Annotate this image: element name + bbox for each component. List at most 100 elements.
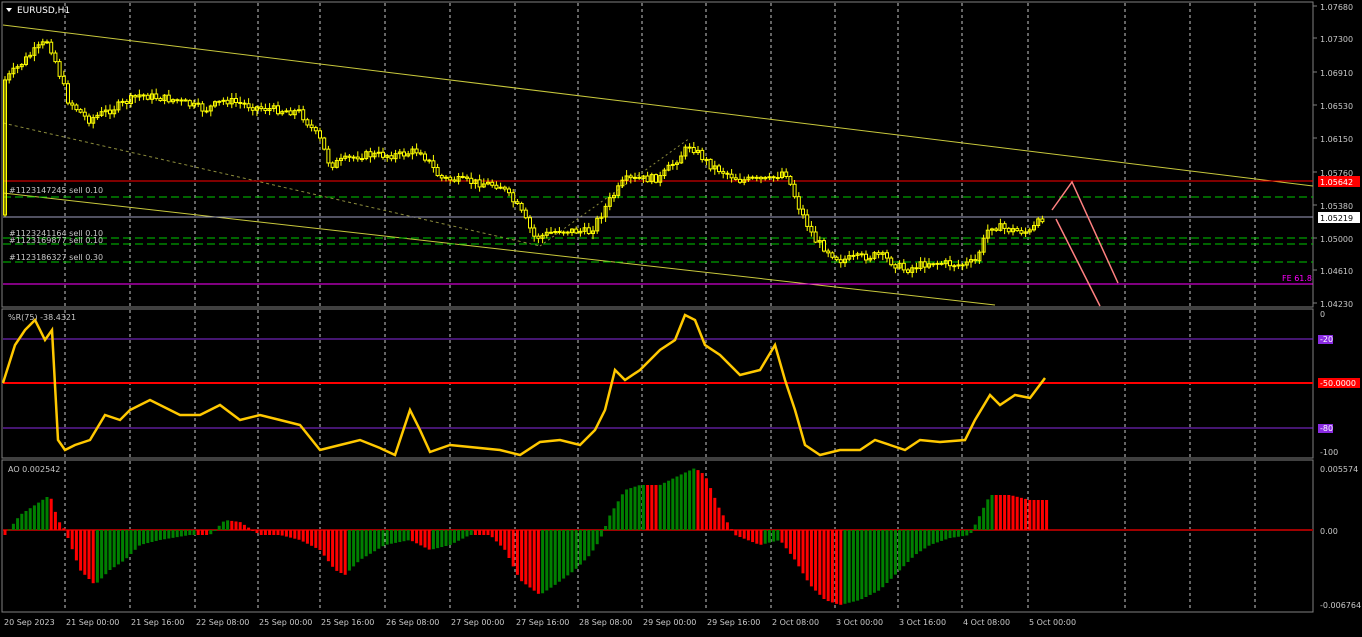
- candle-body[interactable]: [532, 227, 537, 237]
- candle-body[interactable]: [1002, 223, 1007, 229]
- candle-body[interactable]: [70, 102, 75, 106]
- candle-body[interactable]: [645, 175, 650, 183]
- candle-body[interactable]: [700, 149, 705, 161]
- candle-body[interactable]: [494, 184, 499, 189]
- candle-body[interactable]: [691, 147, 696, 154]
- candle-body[interactable]: [141, 94, 146, 97]
- candle-body[interactable]: [851, 254, 856, 257]
- candle-body[interactable]: [935, 262, 940, 265]
- candle-body[interactable]: [246, 103, 251, 109]
- candle-body[interactable]: [767, 176, 772, 179]
- candle-body[interactable]: [477, 179, 482, 188]
- candle-body[interactable]: [813, 231, 818, 243]
- candle-body[interactable]: [427, 159, 432, 162]
- candle-body[interactable]: [750, 176, 755, 179]
- candle-body[interactable]: [519, 202, 524, 211]
- candle-body[interactable]: [759, 176, 763, 180]
- candle-body[interactable]: [87, 115, 91, 124]
- candle-body[interactable]: [360, 158, 364, 161]
- candle-body[interactable]: [775, 177, 780, 180]
- candle-body[interactable]: [574, 228, 579, 234]
- candle-body[interactable]: [204, 110, 209, 113]
- candle-body[interactable]: [330, 162, 335, 168]
- candle-body[interactable]: [805, 214, 810, 227]
- candle-body[interactable]: [511, 192, 516, 203]
- candle-body[interactable]: [838, 259, 843, 264]
- candle-body[interactable]: [250, 107, 255, 111]
- candle-body[interactable]: [465, 176, 469, 179]
- candle-body[interactable]: [183, 99, 188, 102]
- candle-body[interactable]: [864, 253, 868, 261]
- candle-body[interactable]: [809, 225, 814, 233]
- candle-body[interactable]: [49, 41, 54, 54]
- candle-body[interactable]: [796, 196, 801, 210]
- candle-body[interactable]: [45, 41, 49, 44]
- candle-body[interactable]: [788, 175, 793, 185]
- candle-body[interactable]: [448, 176, 453, 181]
- candle-body[interactable]: [376, 151, 381, 154]
- candle-body[interactable]: [670, 163, 675, 166]
- candle-body[interactable]: [528, 217, 532, 229]
- candle-body[interactable]: [284, 110, 289, 113]
- candle-body[interactable]: [754, 176, 759, 179]
- candle-body[interactable]: [628, 175, 633, 179]
- candle-body[interactable]: [708, 158, 713, 170]
- candle-body[interactable]: [53, 52, 58, 63]
- symbol-label[interactable]: EURUSD,H1: [17, 6, 70, 16]
- candle-body[interactable]: [74, 104, 79, 111]
- candle-body[interactable]: [326, 148, 331, 164]
- candle-body[interactable]: [234, 98, 238, 104]
- candle-body[interactable]: [586, 227, 591, 235]
- candle-body[interactable]: [439, 175, 444, 179]
- candle-body[interactable]: [78, 109, 83, 113]
- candle-body[interactable]: [931, 263, 936, 266]
- candle-body[interactable]: [549, 231, 553, 234]
- candle-body[interactable]: [108, 109, 112, 115]
- candle-body[interactable]: [259, 106, 264, 110]
- candle-body[interactable]: [973, 259, 978, 262]
- candle-body[interactable]: [939, 262, 944, 265]
- candle-body[interactable]: [901, 262, 906, 271]
- candle-body[interactable]: [1006, 227, 1011, 233]
- candle-body[interactable]: [721, 171, 726, 174]
- candle-body[interactable]: [507, 188, 511, 194]
- candle-body[interactable]: [66, 83, 70, 104]
- candle-body[interactable]: [960, 264, 965, 267]
- candle-body[interactable]: [502, 186, 507, 190]
- candle-body[interactable]: [876, 252, 881, 255]
- candle-body[interactable]: [242, 102, 247, 105]
- candle-body[interactable]: [120, 100, 125, 103]
- candle-body[interactable]: [82, 111, 87, 117]
- candle-body[interactable]: [355, 156, 360, 160]
- candle-body[interactable]: [922, 261, 927, 268]
- candle-body[interactable]: [431, 160, 436, 169]
- candle-body[interactable]: [133, 95, 138, 98]
- candle-body[interactable]: [561, 231, 566, 234]
- candle-body[interactable]: [914, 267, 919, 270]
- candle-body[interactable]: [565, 231, 570, 234]
- candle-body[interactable]: [166, 94, 171, 103]
- candle-body[interactable]: [145, 94, 150, 100]
- candle-body[interactable]: [906, 269, 910, 273]
- candle-body[interactable]: [351, 156, 356, 159]
- candle-body[interactable]: [297, 109, 301, 112]
- order-label[interactable]: #1123186327 sell 0.30: [9, 253, 103, 262]
- candle-body[interactable]: [771, 176, 776, 179]
- order-label[interactable]: #1123169877 sell 0.10: [9, 236, 103, 245]
- candle-body[interactable]: [738, 178, 742, 183]
- candle-body[interactable]: [124, 100, 129, 104]
- candle-body[interactable]: [288, 110, 293, 116]
- candle-body[interactable]: [418, 152, 423, 155]
- candle-body[interactable]: [444, 176, 448, 179]
- candle-body[interactable]: [402, 151, 406, 157]
- candle-body[interactable]: [61, 75, 66, 85]
- candle-body[interactable]: [263, 108, 268, 112]
- candle-body[interactable]: [238, 102, 243, 105]
- candle-body[interactable]: [305, 119, 310, 126]
- candle-body[interactable]: [1019, 230, 1024, 234]
- candle-body[interactable]: [179, 99, 184, 102]
- time-axis[interactable]: 20 Sep 2023 21 Sep 00:00 21 Sep 16:00 22 Se…: [4, 618, 1076, 627]
- candle-body[interactable]: [196, 102, 201, 105]
- candle-body[interactable]: [733, 177, 738, 180]
- candle-body[interactable]: [276, 105, 280, 115]
